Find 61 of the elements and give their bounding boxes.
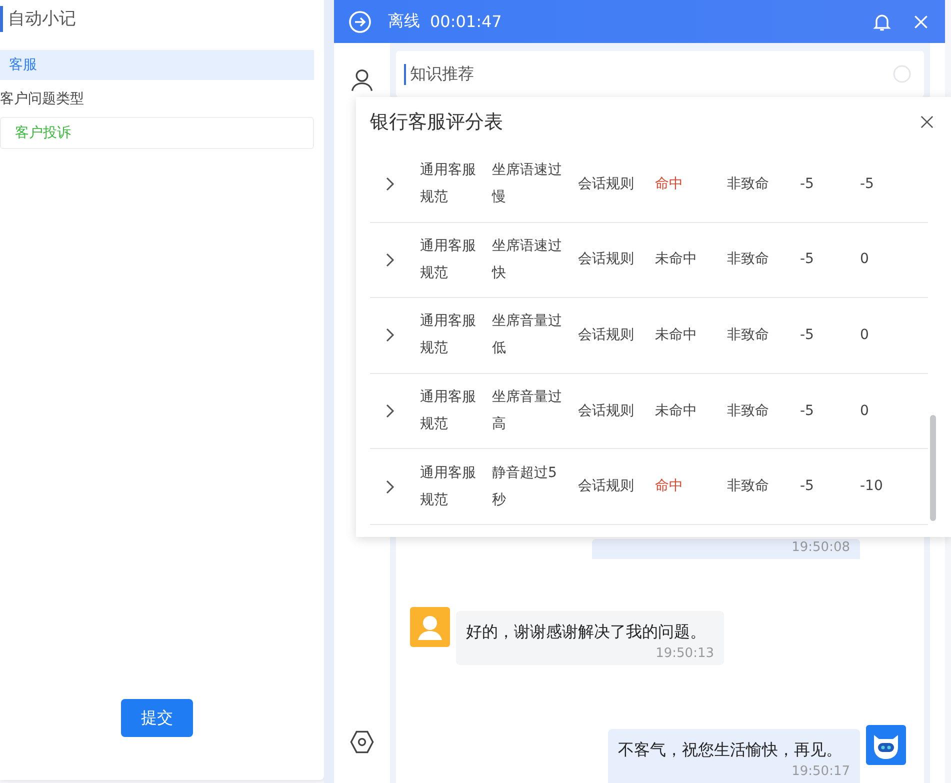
hexagon-icon[interactable] [349,729,375,755]
table-cell-text: 非致命 [727,250,770,270]
close-icon[interactable] [919,114,935,130]
submit-button[interactable]: 提交 [121,699,193,737]
expand-chevron-icon[interactable] [385,478,395,495]
table-cell-text: 0 [860,402,870,421]
table-cell-text: -5 [800,326,815,345]
message-text: 不客气，祝您生活愉快，再见。 [618,739,843,761]
panel-title: 自动小记 [0,6,76,32]
table-cell-text: 未命中 [655,326,698,345]
table-cell-text: 未命中 [655,250,698,270]
message-time: 19:50:08 [790,539,850,557]
table-cell-text: -5 [800,174,815,194]
message-time: 19:50:13 [654,645,714,663]
expand-chevron-icon[interactable] [385,176,395,192]
table-cell-text: 会话规则 [578,477,635,496]
table-cell-text: 0 [860,326,870,345]
table-cell-text: 命中 [655,174,684,194]
table-cell-text: 坐席语速过快 [492,236,563,283]
table-cell-text: 通用客服规范 [420,236,477,283]
category-item[interactable]: 客服 [0,50,314,80]
arrow-circle-icon[interactable] [348,10,372,34]
table-cell-text: -5 [860,174,875,194]
user-avatar-icon [410,607,450,647]
person-icon[interactable] [349,67,375,93]
message-text: 好的，谢谢感谢解决了我的问题。 [466,621,707,643]
expand-chevron-icon[interactable] [385,252,395,268]
problem-type-field[interactable]: 客户投诉 [0,117,314,149]
table-cell-text: 通用客服规范 [420,464,477,510]
status-text: 离线 [388,11,420,32]
dialog-title: 银行客服评分表 [370,110,503,135]
table-cell-text: -5 [800,250,815,270]
table-cell-text: 非致命 [727,402,770,421]
field-label: 客户问题类型 [0,90,84,108]
table-cell-text: 0 [860,250,870,270]
table-cell-text: 未命中 [655,402,698,421]
robot-avatar-icon [866,725,906,765]
table-cell-text: 通用客服规范 [420,312,477,358]
expand-chevron-icon[interactable] [385,327,395,344]
call-timer: 00:01:47 [430,12,502,31]
table-cell-text: 坐席音量过低 [492,312,563,358]
table-cell-text: 非致命 [727,477,770,496]
table-cell-text: 非致命 [727,326,770,345]
table-cell-text: 会话规则 [578,402,635,421]
table-cell-text: 非致命 [727,174,770,194]
table-cell-text: 通用客服规范 [420,161,477,208]
knowledge-title: 知识推荐 [404,64,474,84]
table-cell-text: -5 [800,402,815,421]
message-time: 19:50:17 [790,763,850,781]
scrollbar-thumb[interactable] [930,415,936,521]
table-cell-text: 命中 [655,477,684,496]
table-cell-text: -10 [860,477,884,496]
table-cell-text: 坐席音量过高 [492,388,563,434]
table-cell-text: 静音超过5秒 [492,464,558,510]
table-cell-text: 会话规则 [578,250,635,270]
table-cell-text: 坐席语速过慢 [492,161,563,208]
expand-chevron-icon[interactable] [385,403,395,420]
table-cell-text: -5 [800,477,815,496]
table-cell-text: 会话规则 [578,174,635,194]
table-cell-text: 会话规则 [578,326,635,345]
table-cell-text: 通用客服规范 [420,388,477,434]
